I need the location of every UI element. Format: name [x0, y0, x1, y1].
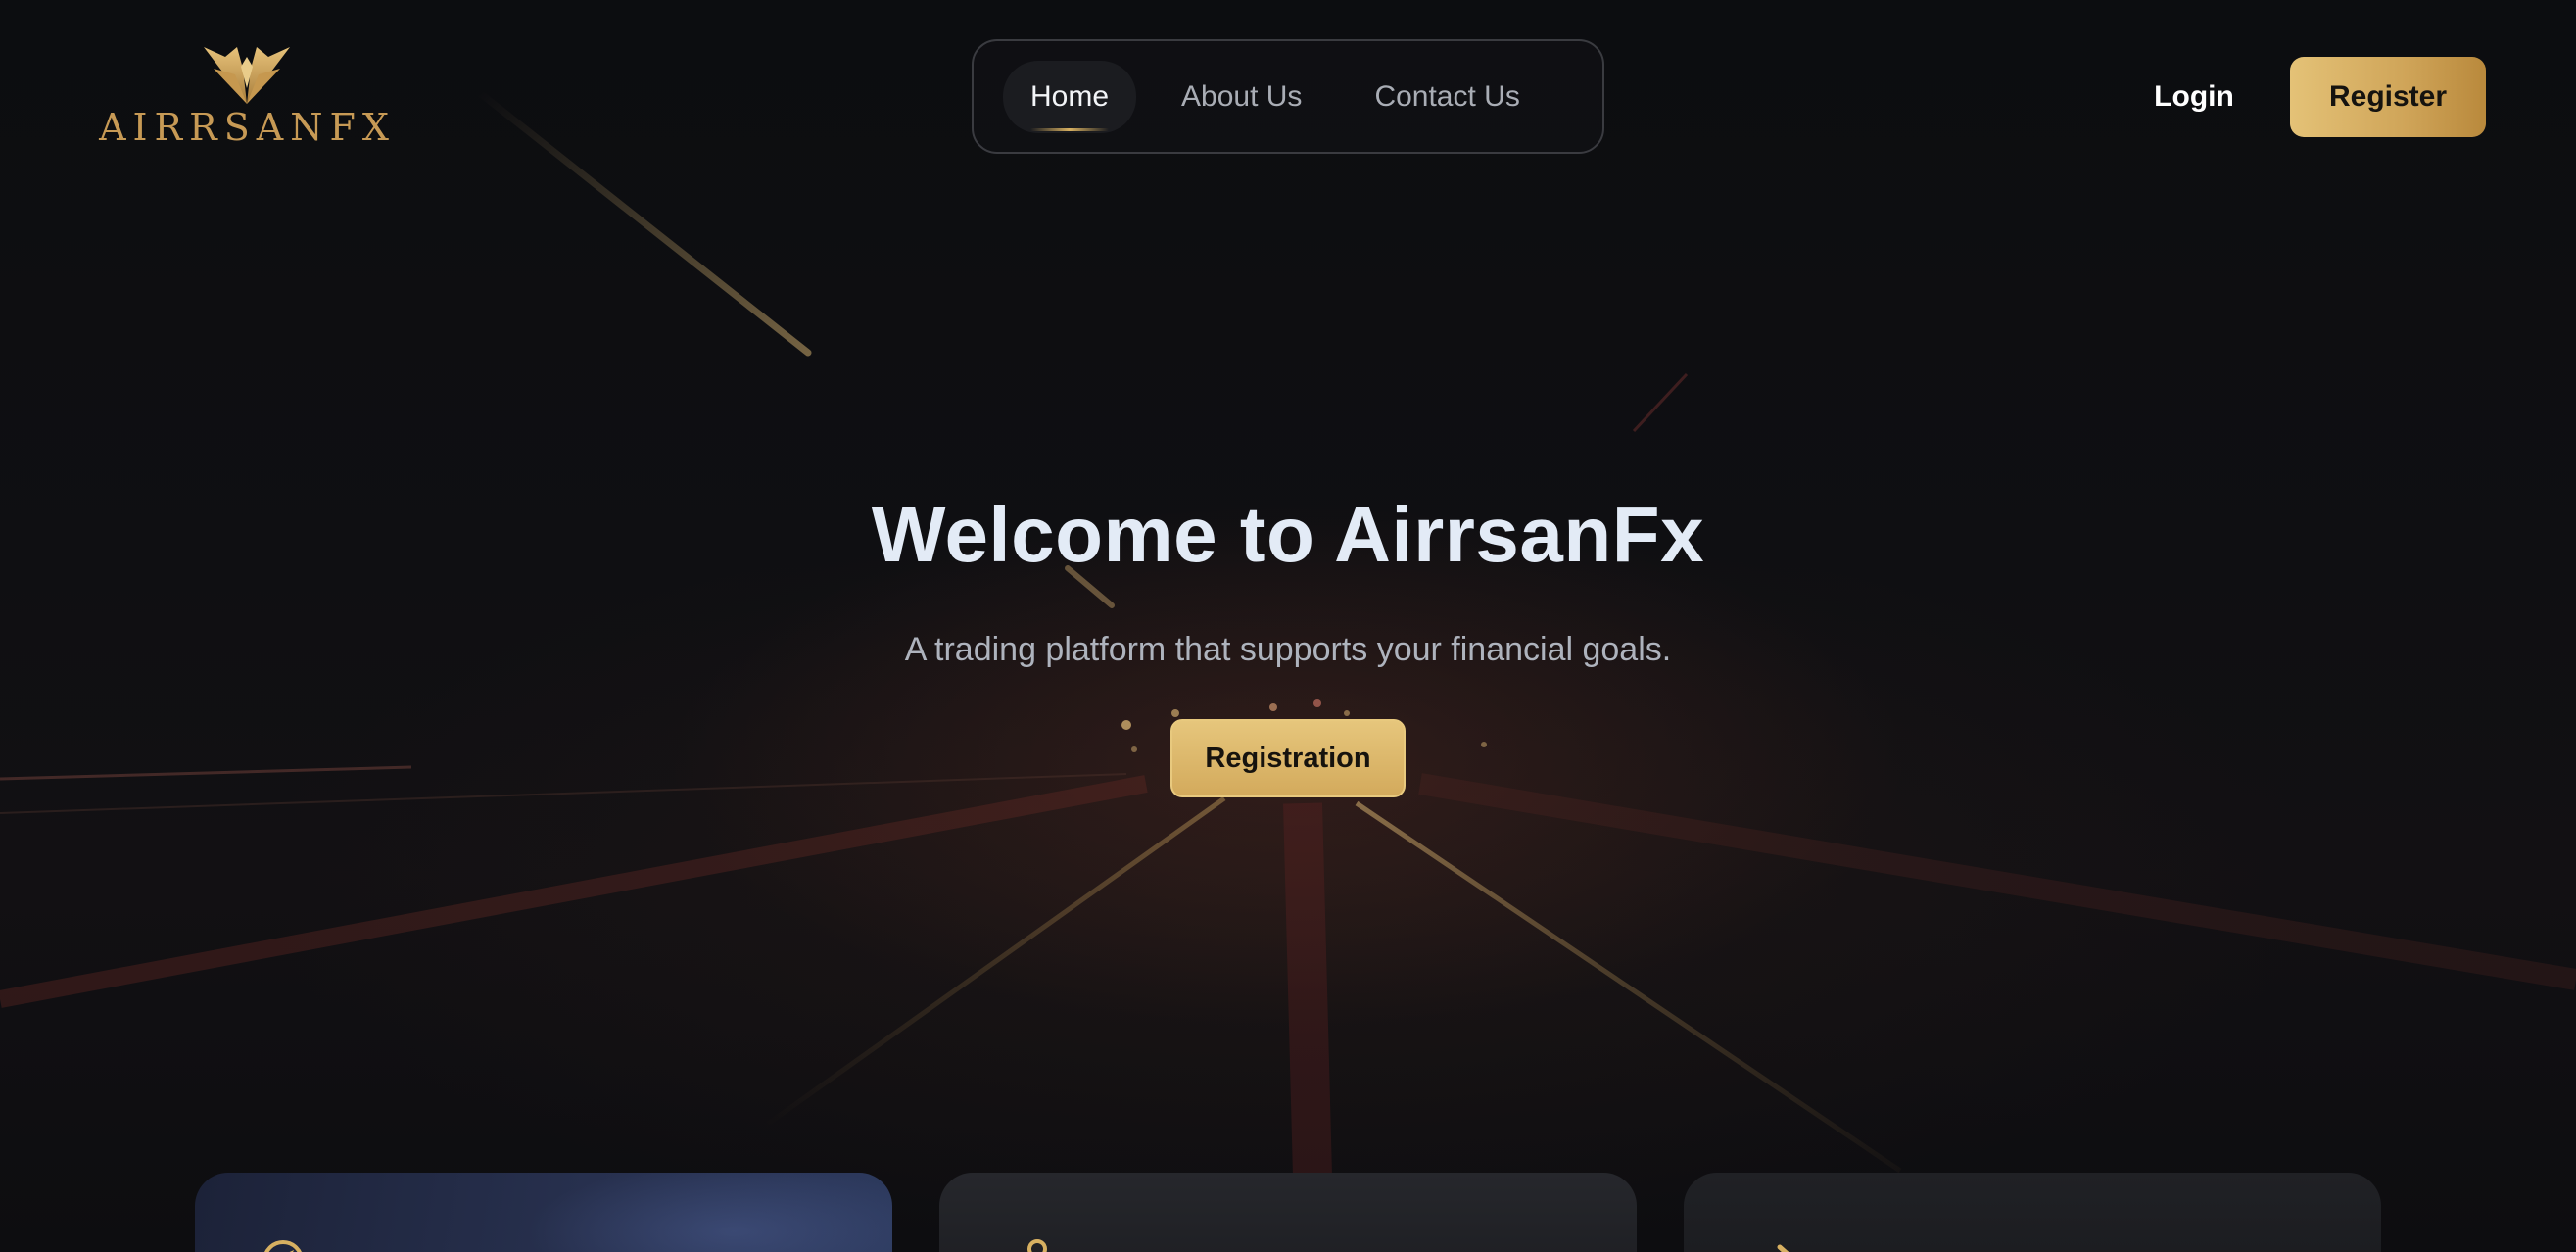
- logo-wordmark: AIRRSANFX: [99, 106, 396, 149]
- winged-emblem-icon: [204, 47, 290, 104]
- person-icon: [1027, 1239, 1047, 1252]
- distant-light: [1344, 710, 1350, 716]
- nav-item-home[interactable]: Home: [1003, 60, 1137, 133]
- horizon-line-left-2: [0, 773, 1127, 814]
- distant-light: [1313, 699, 1321, 707]
- feature-card[interactable]: [939, 1173, 1637, 1252]
- lane-far-right: [1418, 773, 2576, 990]
- hero-background: [0, 0, 2576, 1252]
- login-button[interactable]: Login: [2121, 72, 2267, 121]
- distant-light: [1121, 720, 1131, 730]
- brand-logo[interactable]: AIRRSANFX: [88, 39, 406, 149]
- arrow-icon: [1777, 1244, 1789, 1252]
- streak-red: [1632, 372, 1689, 433]
- registration-button[interactable]: Registration: [1170, 719, 1406, 797]
- hero-title: Welcome to AirrsanFx: [871, 491, 1705, 578]
- lane-far-left: [0, 775, 1148, 1008]
- compass-icon: [264, 1240, 302, 1252]
- distant-light: [1131, 746, 1137, 752]
- horizon-line-left: [0, 765, 412, 781]
- light-streaks: [0, 89, 2576, 1177]
- distant-light: [1171, 709, 1179, 717]
- distant-light: [1481, 742, 1487, 747]
- lane-center-red: [1283, 802, 1332, 1177]
- main-nav: Home About Us Contact Us: [972, 39, 1604, 154]
- distant-light: [1269, 703, 1277, 711]
- streak-top-left: [476, 89, 812, 357]
- nav-item-contact-us[interactable]: Contact Us: [1347, 61, 1547, 133]
- feature-card[interactable]: [195, 1173, 892, 1252]
- nav-item-about-us[interactable]: About Us: [1154, 61, 1329, 133]
- register-button[interactable]: Register: [2290, 57, 2486, 137]
- hero-subtitle: A trading platform that supports your fi…: [904, 631, 1672, 668]
- feature-card[interactable]: [1684, 1173, 2381, 1252]
